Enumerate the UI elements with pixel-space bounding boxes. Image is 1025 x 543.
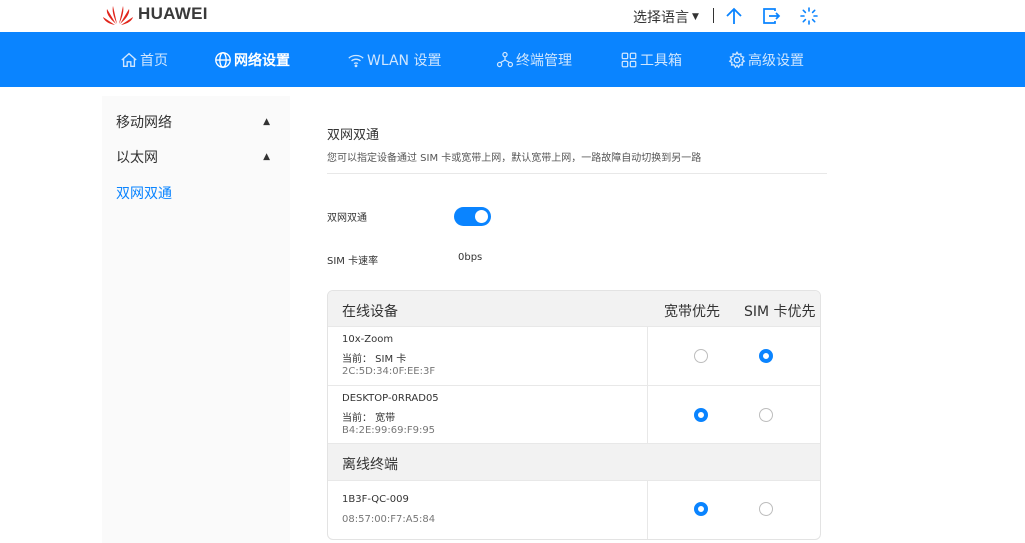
device-mac: 08:57:00:F7:A5:84 <box>342 514 436 525</box>
sim-radio[interactable] <box>759 502 773 516</box>
nav-home[interactable]: 首页 <box>120 32 168 87</box>
broadband-radio[interactable] <box>694 349 708 363</box>
device-table: 在线设备 宽带优先 SIM 卡优先 10x-Zoom 当前： SIM 卡 2C:… <box>327 290 821 540</box>
caret-down-icon: ▼ <box>692 12 699 22</box>
huawei-logo: HUAWEI <box>102 1 208 27</box>
nav-advanced-settings[interactable]: 高级设置 <box>728 32 804 87</box>
sim-priority-header: SIM 卡优先 <box>744 304 816 320</box>
wifi-icon <box>348 54 364 67</box>
sidebar-item-dual-network[interactable]: 双网双通 <box>116 183 276 203</box>
toggle-label: 双网双通 <box>327 213 367 224</box>
device-name: 10x-Zoom <box>342 334 394 345</box>
top-header: HUAWEI 选择语言 ▼ <box>0 0 1025 32</box>
table-row: DESKTOP-0RRAD05 当前： 宽带 B4:2E:99:69:F9:95 <box>328 386 820 444</box>
home-icon <box>121 52 137 67</box>
device-current: 当前： 宽带 <box>342 413 396 424</box>
upload-icon[interactable] <box>723 5 745 27</box>
globe-icon <box>215 51 231 68</box>
device-mac: B4:2E:99:69:F9:95 <box>342 425 436 436</box>
nav-toolbox[interactable]: 工具箱 <box>620 32 682 87</box>
divider <box>327 173 827 174</box>
page-title: 双网双通 <box>327 128 380 143</box>
table-header-row: 在线设备 宽带优先 SIM 卡优先 <box>328 291 820 327</box>
header-divider <box>713 8 714 23</box>
offline-header-row: 离线终端 <box>328 444 820 481</box>
loading-icon[interactable] <box>798 5 820 27</box>
nav-home-label: 首页 <box>140 52 168 69</box>
sidebar-item-label: 移动网络 <box>116 115 172 131</box>
dual-network-toggle[interactable] <box>454 207 491 226</box>
broadband-radio[interactable] <box>694 502 708 516</box>
nav-wlan-settings[interactable]: WLAN 设置 <box>347 32 441 87</box>
table-row: 10x-Zoom 当前： SIM 卡 2C:5D:34:0F:EE:3F <box>328 327 820 386</box>
sidebar-item-ethernet[interactable]: 以太网 ▲ <box>116 147 276 167</box>
sim-rate-value: 0bps <box>458 252 483 263</box>
toggle-knob <box>475 210 488 223</box>
table-row: 1B3F-QC-009 08:57:00:F7:A5:84 <box>328 481 820 539</box>
device-name: 1B3F-QC-009 <box>342 494 409 505</box>
broadband-priority-header: 宽带优先 <box>664 304 720 320</box>
devices-icon <box>496 51 514 67</box>
logout-icon[interactable] <box>760 5 782 27</box>
nav-device-management[interactable]: 终端管理 <box>496 32 572 87</box>
caret-up-icon: ▲ <box>263 117 270 127</box>
offline-devices-header: 离线终端 <box>342 457 398 473</box>
nav-advanced-settings-label: 高级设置 <box>748 52 804 69</box>
online-devices-header: 在线设备 <box>342 304 398 320</box>
gear-icon <box>728 50 746 68</box>
language-select[interactable]: 选择语言 ▼ <box>633 7 699 27</box>
nav-wlan-settings-label: WLAN 设置 <box>367 52 442 69</box>
nav-network-settings-label: 网络设置 <box>234 52 290 69</box>
nav-toolbox-label: 工具箱 <box>640 52 682 69</box>
sidebar: 移动网络 ▲ 以太网 ▲ 双网双通 <box>102 96 290 543</box>
toolbox-icon <box>621 52 637 67</box>
main-nav: 首页 网络设置 WLAN 设置 终端管理 工具箱 高级设置 <box>0 32 1025 87</box>
huawei-flower-icon <box>103 6 133 25</box>
caret-up-icon: ▲ <box>263 152 270 162</box>
broadband-radio[interactable] <box>694 408 708 422</box>
sidebar-item-mobile-network[interactable]: 移动网络 ▲ <box>116 112 276 132</box>
device-mac: 2C:5D:34:0F:EE:3F <box>342 366 436 377</box>
page-description: 您可以指定设备通过 SIM 卡或宽带上网，默认宽带上网，一路故障自动切换到另一路 <box>327 153 702 164</box>
nav-device-management-label: 终端管理 <box>516 52 572 69</box>
language-label: 选择语言 <box>633 10 689 26</box>
sidebar-item-label: 双网双通 <box>116 186 172 202</box>
sim-radio[interactable] <box>759 408 773 422</box>
sidebar-item-label: 以太网 <box>116 150 158 166</box>
brand-name: HUAWEI <box>138 4 208 23</box>
device-name: DESKTOP-0RRAD05 <box>342 393 439 404</box>
sim-radio[interactable] <box>759 349 773 363</box>
nav-network-settings[interactable]: 网络设置 <box>214 32 290 87</box>
sim-rate-label: SIM 卡速率 <box>327 256 379 267</box>
device-current: 当前： SIM 卡 <box>342 354 407 365</box>
